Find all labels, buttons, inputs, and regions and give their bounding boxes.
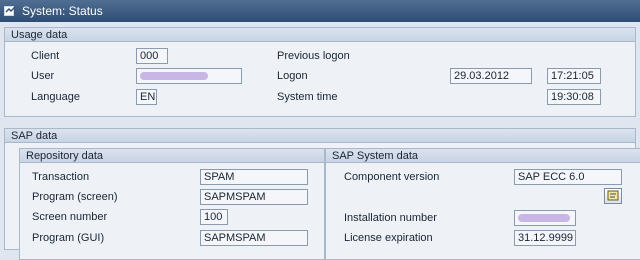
transaction-field[interactable]: SPAM [200, 169, 308, 185]
language-label: Language [31, 91, 80, 103]
component-version-label: Component version [344, 171, 440, 183]
client-label: Client [31, 50, 60, 62]
sap-data-header: SAP data [5, 129, 635, 143]
language-field[interactable]: EN [136, 89, 157, 105]
screen-number-field[interactable]: 100 [200, 209, 228, 225]
system-time-label: System time [277, 91, 338, 103]
logon-date-field[interactable]: 29.03.2012 [450, 68, 532, 84]
repository-data-header: Repository data [20, 149, 324, 163]
system-time-field[interactable]: 19:30:08 [547, 89, 601, 105]
window-title: System: Status [22, 4, 103, 18]
status-icon [4, 6, 16, 16]
logon-time-field[interactable]: 17:21:05 [547, 68, 601, 84]
title-bar: System: Status [0, 0, 640, 22]
details-button[interactable] [604, 188, 622, 204]
program-screen-label: Program (screen) [32, 191, 118, 203]
installation-number-field[interactable] [514, 210, 576, 226]
program-screen-field[interactable]: SAPMSPAM [200, 189, 308, 205]
user-field[interactable] [136, 68, 242, 84]
screen-number-label: Screen number [32, 211, 108, 223]
component-version-field[interactable]: SAP ECC 6.0 [514, 169, 622, 185]
transaction-label: Transaction [32, 171, 90, 183]
sap-system-data-header: SAP System data [326, 149, 640, 163]
user-label: User [31, 70, 55, 82]
user-redacted [140, 72, 208, 80]
installation-redacted [518, 214, 570, 222]
logon-label: Logon [277, 70, 308, 82]
client-field[interactable]: 000 [136, 48, 168, 64]
sap-system-data-group: SAP System data Component version SAP EC… [325, 148, 640, 260]
previous-logon-label: Previous logon [277, 50, 350, 62]
repository-data-group: Repository data Transaction SPAM Program… [19, 148, 325, 260]
details-icon [607, 190, 619, 201]
usage-data-header: Usage data [5, 28, 635, 42]
installation-number-label: Installation number [344, 212, 437, 224]
sap-data-group: SAP data Repository data Transaction SPA… [4, 128, 640, 260]
usage-data-group: Usage data Client 000 User Language EN P… [4, 27, 636, 117]
